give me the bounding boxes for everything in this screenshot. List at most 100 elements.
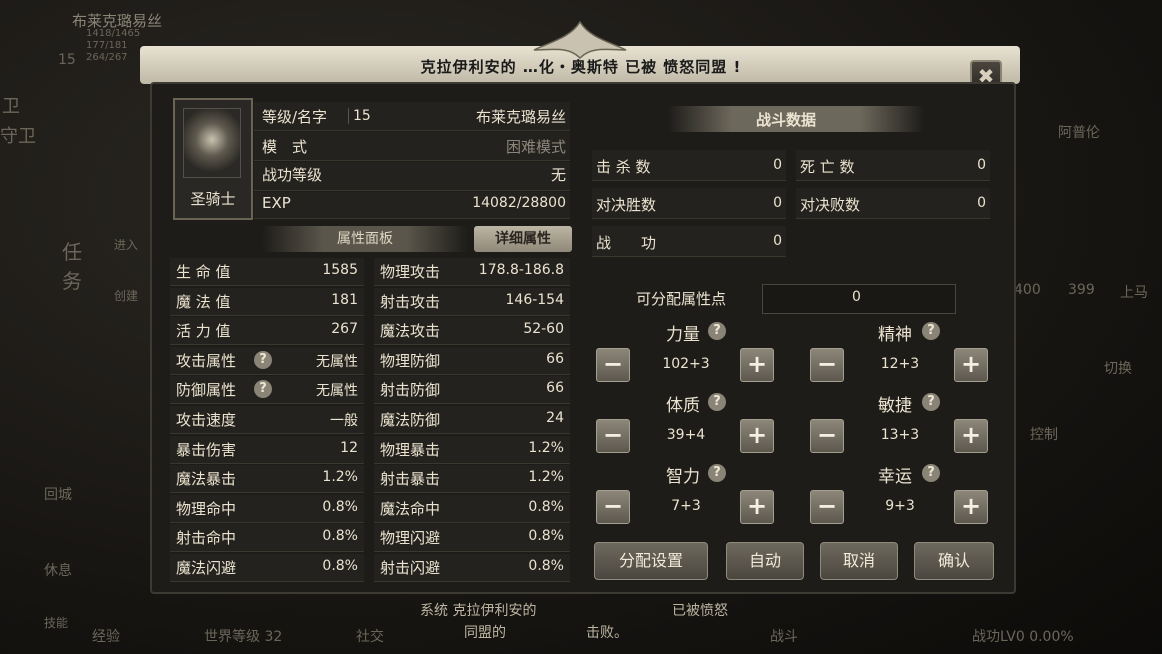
mode-value: 困难模式 [505,138,566,156]
bg-right-item-0[interactable]: 阿普伦 [1058,122,1100,142]
bg-left-item-0[interactable]: 卫 [2,92,20,118]
stat-label: 魔法命中 [380,499,441,518]
help-icon[interactable]: ? [708,322,726,340]
bg-left-item-2[interactable]: 任务 [62,236,82,294]
deaths-value: 0 [977,157,986,173]
stat-value: 0.8% [322,558,358,574]
decrease-button[interactable]: − [596,348,630,382]
chat-line-2: 同盟的 [464,625,506,641]
decrease-button[interactable]: − [810,348,844,382]
stat-label: 魔法攻击 [380,322,441,341]
exp-value: 14082/28800 [472,195,566,211]
stat-label: 活 力 值 [176,322,231,341]
losses-value: 0 [977,195,986,211]
chat-line-1: 系统 克拉伊利安的 [420,603,537,619]
bg-bottom-item-2[interactable]: 社交 [356,626,384,646]
paladin-emblem-icon [183,108,241,178]
bg-left-item-6[interactable]: 进入 [114,236,138,253]
level-value: 15 [348,108,371,124]
help-icon[interactable]: ? [708,464,726,482]
attr-name: 幸运 [878,467,912,487]
stat-value: 1585 [322,262,358,278]
bg-left-item-7[interactable]: 创建 [114,287,138,304]
bg-right-item-5[interactable]: 控制 [1030,424,1058,444]
stat-value: 66 [546,350,564,367]
merit-level-value: 无 [550,166,566,184]
increase-button[interactable]: + [954,419,988,453]
stat-label: 物理闪避 [380,529,441,548]
tab-detailed-attributes[interactable]: 详细属性 [474,226,572,252]
bg-left-item-3[interactable]: 回城 [44,484,72,504]
attr-name: 体质 [666,396,700,416]
losses-label: 对决败数 [800,196,861,214]
stat-label: 射击命中 [176,529,237,548]
stat-value: 0.8% [528,498,564,515]
chat-line-2b: 击败。 [586,625,628,641]
attr-name: 精神 [878,325,912,345]
kills-value: 0 [773,157,782,173]
increase-button[interactable]: + [740,348,774,382]
attr-name: 力量 [666,325,700,345]
bg-right-item-2[interactable]: 399 [1068,282,1095,298]
stat-value: 0.8% [322,498,358,515]
increase-button[interactable]: + [954,348,988,382]
stat-label: 物理暴击 [380,440,441,459]
stat-value: 181 [331,291,358,308]
stat-label: 物理防御 [380,351,441,370]
bg-mp: 177/181 [86,40,128,51]
wins-value: 0 [773,195,782,211]
attr-value: 7+3 [671,498,701,514]
bg-left-item-5[interactable]: 技能 [44,614,68,631]
confirm-button[interactable]: 确认 [914,542,994,580]
cancel-button[interactable]: 取消 [820,542,898,580]
stat-value: 12 [340,439,358,456]
bg-bottom-item-0[interactable]: 经验 [92,626,120,646]
increase-button[interactable]: + [740,490,774,524]
bg-left-item-1[interactable]: 守卫 [0,122,36,148]
attr-value: 39+4 [666,427,706,443]
help-icon[interactable]: ? [922,393,940,411]
tab-attribute-panel[interactable]: 属性面板 [262,226,468,252]
help-icon[interactable]: ? [922,322,940,340]
decrease-button[interactable]: − [596,419,630,453]
kills-label: 击 杀 数 [596,158,651,176]
stat-label: 生 命 值 [176,263,231,281]
increase-button[interactable]: + [954,490,988,524]
exp-label: EXP [262,194,291,212]
decrease-button[interactable]: − [810,490,844,524]
stat-label: 射击闪避 [380,559,441,577]
battle-title: 战斗数据 [756,111,817,129]
stat-label: 攻击属性 [176,351,237,370]
stat-label: 魔法防御 [380,411,441,429]
class-avatar: 圣骑士 [173,98,253,220]
attr-value: 102+3 [662,356,710,372]
attr-value: 9+3 [885,498,915,514]
class-name: 圣骑士 [190,190,236,208]
help-icon[interactable]: ? [708,393,726,411]
auto-button[interactable]: 自动 [726,542,804,580]
stat-value: 无属性 [316,383,358,400]
stat-label: 射击防御 [380,381,441,400]
decrease-button[interactable]: − [810,419,844,453]
stat-value: 52-60 [523,321,564,338]
bg-right-item-3[interactable]: 上马 [1120,282,1148,302]
decrease-button[interactable]: − [596,490,630,524]
bg-right-item-1[interactable]: 400 [1014,282,1041,298]
stat-value: 66 [546,380,564,397]
help-icon[interactable]: ? [254,350,272,369]
stat-label: 魔 法 值 [176,292,231,311]
increase-button[interactable]: + [740,419,774,453]
help-icon[interactable]: ? [922,464,940,482]
bg-bottom-item-3[interactable]: 战斗 [770,626,798,646]
bg-hp: 1418/1465 [86,28,141,39]
banner-ornament-icon [533,20,627,60]
points-value: 0 [852,289,861,305]
bg-right-item-4[interactable]: 切换 [1104,358,1132,378]
merit-level-label: 战功等级 [262,166,323,184]
stat-value: 0.8% [322,528,358,545]
merit-value: 0 [773,233,782,249]
attr-name: 智力 [666,467,700,487]
allocation-settings-button[interactable]: 分配设置 [594,542,708,580]
deaths-label: 死 亡 数 [800,158,855,176]
bg-left-item-4[interactable]: 休息 [44,560,72,580]
